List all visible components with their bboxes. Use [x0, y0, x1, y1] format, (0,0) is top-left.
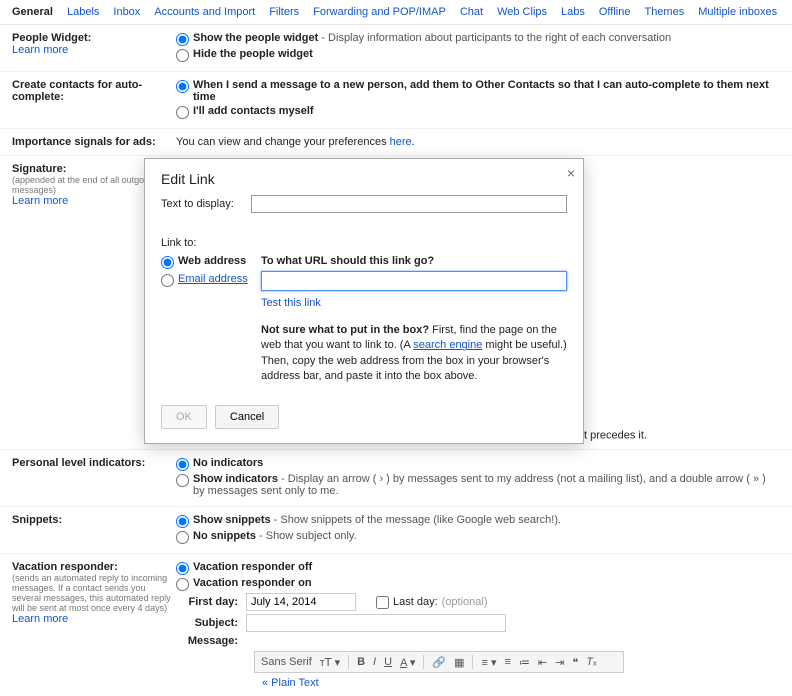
row-vacation: Vacation responder: (sends an automated … — [0, 554, 792, 696]
learn-more-link[interactable]: Learn more — [12, 44, 68, 56]
settings-tabs: General Labels Inbox Accounts and Import Fil… — [0, 0, 792, 25]
radio-vacation-on[interactable] — [176, 578, 189, 591]
radio-show-indicators[interactable] — [176, 474, 189, 487]
indent-less-icon[interactable]: ⇤ — [538, 656, 547, 669]
tab-labels[interactable]: Labels — [67, 6, 99, 18]
numbered-list-icon[interactable]: ≡ — [504, 656, 510, 668]
edit-link-modal: × Edit Link Text to display: Link to: We… — [144, 158, 584, 444]
tab-chat[interactable]: Chat — [460, 6, 483, 18]
row-people-widget: People Widget: Learn more Show the peopl… — [0, 25, 792, 72]
close-icon[interactable]: × — [567, 165, 575, 181]
row-pli: Personal level indicators: No indicators… — [0, 450, 792, 507]
vacation-toolbar: Sans Serif т𝖳 ▾ B I U A ▾ 🔗 ▦ ≡ ▾ ≡ ≔ — [254, 651, 624, 673]
font-picker[interactable]: Sans Serif — [261, 656, 312, 668]
learn-more-link[interactable]: Learn more — [12, 195, 68, 207]
tab-themes[interactable]: Themes — [644, 6, 684, 18]
radio-vacation-off[interactable] — [176, 562, 189, 575]
radio-auto-add-contacts[interactable] — [176, 80, 189, 93]
quote-icon[interactable]: ❝ — [572, 656, 578, 669]
subject-input[interactable] — [246, 614, 506, 632]
tab-offline[interactable]: Offline — [599, 6, 631, 18]
snippets-title: Snippets: — [12, 514, 176, 526]
auto-contacts-title: Create contacts for auto-complete: — [12, 79, 176, 103]
url-input[interactable] — [261, 271, 567, 291]
text-color-icon[interactable]: A ▾ — [400, 656, 415, 669]
tab-accounts-and-import[interactable]: Accounts and Import — [154, 6, 255, 18]
tab-multiple-inboxes[interactable]: Multiple inboxes — [698, 6, 777, 18]
test-link[interactable]: Test this link — [261, 297, 567, 309]
radio-no-indicators[interactable] — [176, 458, 189, 471]
radio-email-address[interactable] — [161, 274, 174, 287]
ok-button[interactable]: OK — [161, 405, 207, 429]
tab-web-clips[interactable]: Web Clips — [497, 6, 547, 18]
radio-no-snippets[interactable] — [176, 531, 189, 544]
help-text: Not sure what to put in the box? First, … — [261, 323, 567, 385]
ads-title: Importance signals for ads: — [12, 136, 176, 148]
learn-more-link[interactable]: Learn more — [12, 613, 68, 625]
indent-more-icon[interactable]: ⇥ — [555, 656, 564, 669]
radio-hide-people-widget[interactable] — [176, 49, 189, 62]
ads-here-link[interactable]: here — [390, 136, 412, 148]
search-engine-link[interactable]: search engine — [413, 339, 482, 351]
text-to-display-input[interactable] — [251, 195, 567, 213]
radio-manual-contacts[interactable] — [176, 106, 189, 119]
row-snippets: Snippets: Show snippets - Show snippets … — [0, 507, 792, 554]
font-size-icon[interactable]: т𝖳 ▾ — [320, 656, 340, 669]
modal-title: Edit Link — [145, 159, 583, 195]
vacation-title: Vacation responder: — [12, 561, 176, 573]
underline-icon[interactable]: U — [384, 656, 392, 668]
first-day-input[interactable] — [246, 593, 356, 611]
tab-filters[interactable]: Filters — [269, 6, 299, 18]
italic-icon[interactable]: I — [373, 656, 376, 668]
cancel-button[interactable]: Cancel — [215, 405, 279, 429]
row-auto-contacts: Create contacts for auto-complete: When … — [0, 72, 792, 129]
remove-format-icon[interactable]: Tₓ — [586, 656, 596, 668]
bullet-list-icon[interactable]: ≔ — [519, 656, 530, 669]
image-icon[interactable]: ▦ — [454, 656, 464, 669]
tab-labs[interactable]: Labs — [561, 6, 585, 18]
tab-general[interactable]: General — [12, 6, 53, 18]
tab-inbox[interactable]: Inbox — [113, 6, 140, 18]
checkbox-last-day[interactable] — [376, 596, 389, 609]
plain-text-link[interactable]: « Plain Text — [262, 677, 780, 689]
radio-show-people-widget[interactable] — [176, 33, 189, 46]
row-ads: Importance signals for ads: You can view… — [0, 129, 792, 156]
radio-web-address[interactable] — [161, 256, 174, 269]
radio-show-snippets[interactable] — [176, 515, 189, 528]
link-icon[interactable]: 🔗 — [432, 656, 446, 669]
people-widget-title: People Widget: — [12, 32, 176, 44]
tab-forwarding-and-pop-imap[interactable]: Forwarding and POP/IMAP — [313, 6, 446, 18]
pli-title: Personal level indicators: — [12, 457, 176, 469]
align-icon[interactable]: ≡ ▾ — [481, 656, 496, 669]
bold-icon[interactable]: B — [357, 656, 365, 668]
